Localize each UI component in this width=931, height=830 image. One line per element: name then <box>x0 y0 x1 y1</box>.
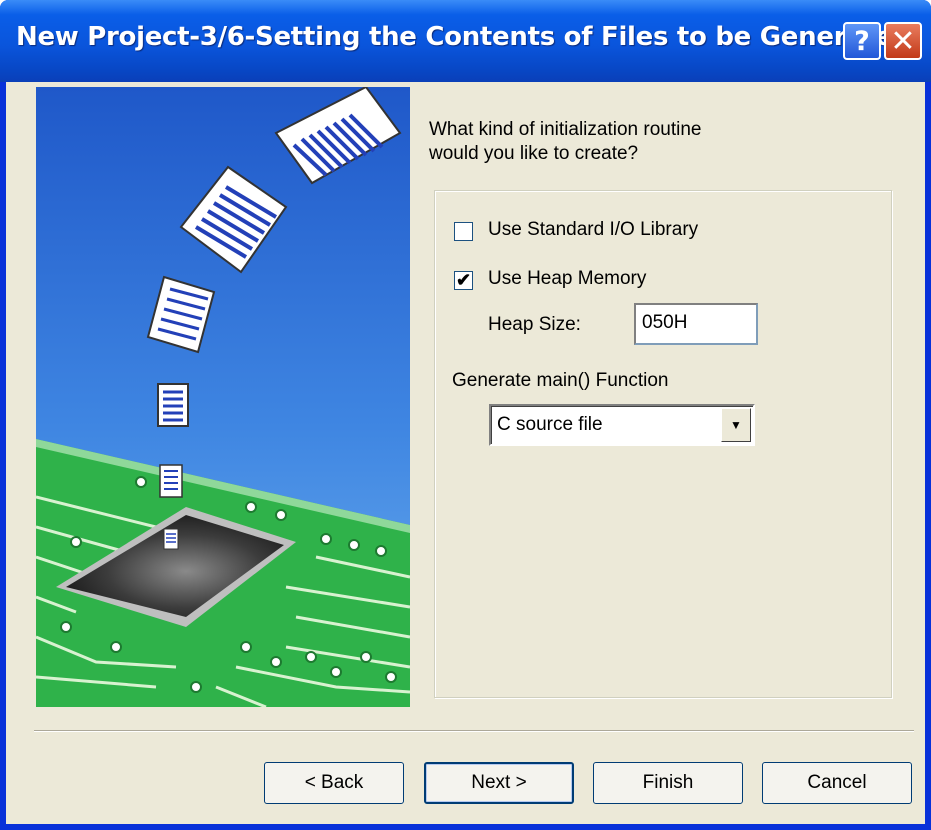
document-page-on-chip <box>163 528 179 550</box>
close-icon: ✕ <box>890 23 916 59</box>
dropdown-arrow-button[interactable]: ▼ <box>721 408 751 442</box>
generate-main-select[interactable]: C source file ▼ <box>489 404 755 446</box>
cancel-button[interactable]: Cancel <box>762 762 912 804</box>
generate-main-value: C source file <box>497 414 603 435</box>
question-line-2: would you like to create? <box>429 143 639 164</box>
question-text: What kind of initialization routine woul… <box>429 118 789 166</box>
std-io-checkbox[interactable] <box>454 222 473 241</box>
button-separator <box>34 730 914 732</box>
dialog-body: What kind of initialization routine woul… <box>6 82 925 824</box>
chevron-down-icon: ▼ <box>730 418 742 432</box>
window-title: New Project-3/6-Setting the Contents of … <box>16 22 912 52</box>
document-page-tiny <box>157 383 189 427</box>
document-page-smallest <box>159 464 183 498</box>
heap-memory-checkbox[interactable]: ✔ <box>454 270 473 290</box>
help-button[interactable]: ? <box>843 22 881 60</box>
heap-memory-label[interactable]: Use Heap Memory <box>488 268 646 290</box>
heap-size-input[interactable]: 050H <box>634 303 758 345</box>
generate-main-label: Generate main() Function <box>452 370 669 391</box>
dialog-window: New Project-3/6-Setting the Contents of … <box>0 0 931 830</box>
checkmark-icon: ✔ <box>456 270 472 290</box>
finish-button[interactable]: Finish <box>593 762 743 804</box>
question-mark-icon: ? <box>854 25 870 57</box>
back-button[interactable]: < Back <box>264 762 404 804</box>
std-io-label[interactable]: Use Standard I/O Library <box>488 219 698 241</box>
question-line-1: What kind of initialization routine <box>429 119 702 140</box>
heap-size-label: Heap Size: <box>488 314 581 335</box>
next-button[interactable]: Next > <box>424 762 574 804</box>
close-button[interactable]: ✕ <box>884 22 922 60</box>
title-bar[interactable]: New Project-3/6-Setting the Contents of … <box>0 0 931 82</box>
wizard-illustration <box>36 87 410 707</box>
